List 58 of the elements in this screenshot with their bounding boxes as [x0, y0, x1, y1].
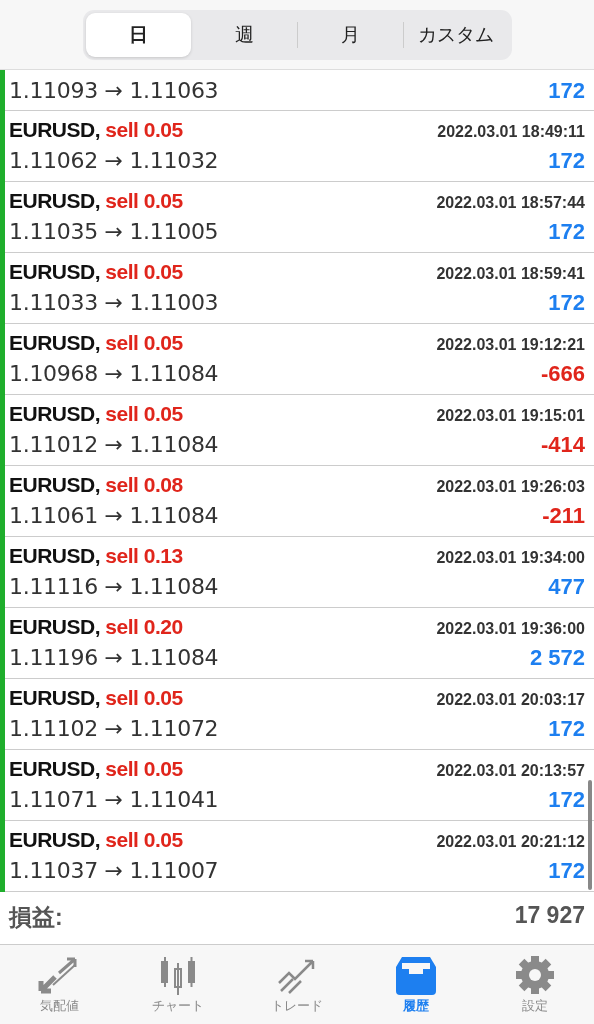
- deal-title: EURUSD, sell 0.05: [9, 686, 183, 710]
- profit-value: 172: [548, 716, 585, 742]
- profit-value: 172: [548, 78, 585, 104]
- price-text: 1.11012 → 1.11084: [9, 432, 219, 457]
- period-tab[interactable]: 週: [191, 12, 297, 57]
- profit-value: 172: [548, 290, 585, 316]
- deal-title: EURUSD, sell 0.05: [9, 828, 183, 852]
- deal-time: 2022.03.01 18:57:44: [436, 194, 585, 212]
- period-tab[interactable]: 日: [85, 12, 191, 57]
- profit-value: 2 572: [529, 645, 585, 671]
- price-text: 1.11035 → 1.11005: [9, 219, 219, 244]
- price-text: 1.11037 → 1.11007: [9, 858, 219, 883]
- summary-value: 17 927: [514, 902, 585, 930]
- deal-title: EURUSD, sell 0.08: [9, 473, 183, 497]
- profit-value: -414: [540, 432, 585, 458]
- period-tab[interactable]: 月: [297, 12, 403, 57]
- price-text: 1.11196 → 1.11084: [9, 645, 219, 670]
- deal-time: 2022.03.01 20:03:17: [436, 691, 585, 709]
- profit-value: 172: [548, 787, 585, 813]
- deal-title: EURUSD, sell 0.05: [9, 118, 183, 142]
- profit-value: 172: [548, 219, 585, 245]
- price-text: 1.11102 → 1.11072: [9, 716, 219, 741]
- price-text: 1.11061 → 1.11084: [9, 503, 219, 528]
- deal-title: EURUSD, sell 0.05: [9, 331, 183, 355]
- period-tab[interactable]: カスタム: [403, 12, 509, 57]
- summary-label: 損益:: [9, 903, 63, 932]
- deal-time: 2022.03.01 19:12:21: [436, 336, 585, 354]
- deal-time: 2022.03.01 18:49:11: [437, 123, 585, 141]
- deal-time: 2022.03.01 18:59:41: [436, 265, 585, 283]
- inbox-icon: [393, 954, 438, 995]
- deal-time: 2022.03.01 19:15:01: [436, 407, 585, 425]
- price-text: 1.11071 → 1.11041: [9, 787, 219, 812]
- deal-time: 2022.03.01 19:26:03: [436, 478, 585, 496]
- deal-time: 2022.03.01 20:13:57: [436, 762, 585, 780]
- deal-title: EURUSD, sell 0.05: [9, 189, 183, 213]
- profit-value: 172: [548, 858, 585, 884]
- profit-value: 477: [548, 574, 585, 600]
- deal-time: 2022.03.01 19:34:00: [436, 549, 585, 567]
- profit-value: 172: [548, 148, 585, 174]
- deal-title: EURUSD, sell 0.20: [9, 615, 183, 639]
- deal-time: 2022.03.01 19:36:00: [436, 620, 585, 638]
- deal-title: EURUSD, sell 0.05: [9, 757, 183, 781]
- price-text: 1.11116 → 1.11084: [9, 574, 219, 599]
- deal-title: EURUSD, sell 0.13: [9, 544, 183, 568]
- price-text: 1.11093 → 1.11063: [9, 78, 219, 103]
- tab-bar-item[interactable]: 気配値: [0, 945, 119, 1024]
- price-text: 1.11033 → 1.11003: [9, 290, 219, 315]
- price-text: 1.11062 → 1.11032: [9, 148, 219, 173]
- tab-bar-item[interactable]: 設定: [475, 945, 594, 1024]
- tab-bar-item[interactable]: 履歴: [356, 945, 476, 1024]
- profit-value: -211: [542, 503, 585, 529]
- deal-title: EURUSD, sell 0.05: [9, 260, 183, 284]
- deal-title: EURUSD, sell 0.05: [9, 402, 183, 426]
- deal-time: 2022.03.01 20:21:12: [436, 833, 585, 851]
- price-text: 1.10968 → 1.11084: [9, 361, 219, 386]
- tab-bar-item[interactable]: トレード: [237, 945, 357, 1024]
- profit-value: -666: [540, 361, 585, 387]
- tab-bar-item[interactable]: チャート: [118, 945, 238, 1024]
